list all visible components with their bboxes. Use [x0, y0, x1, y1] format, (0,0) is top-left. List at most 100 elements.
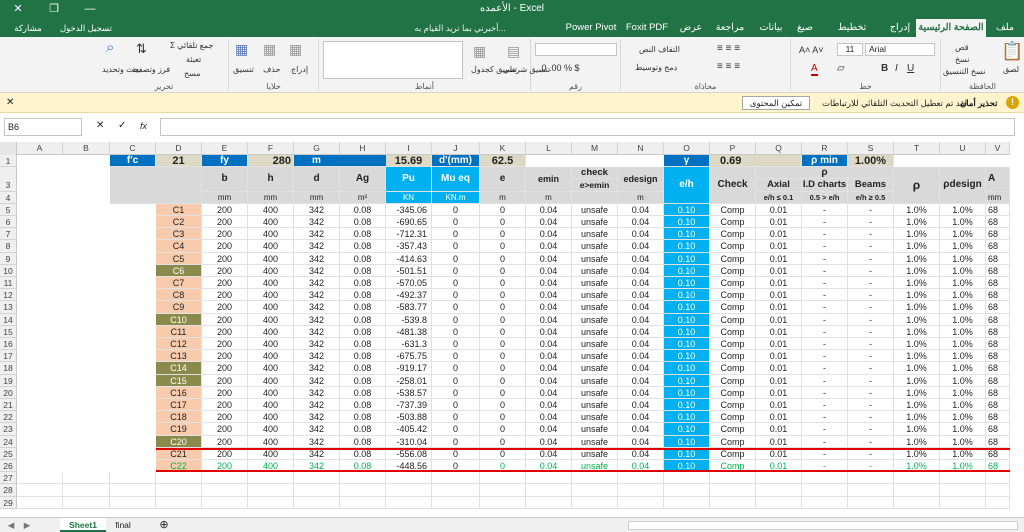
data-cell[interactable]: 68: [986, 460, 1010, 473]
column-label[interactable]: C2: [156, 216, 202, 229]
data-cell[interactable]: -357.43: [386, 240, 432, 253]
data-cell[interactable]: 1.0%: [894, 362, 940, 375]
column-header-l[interactable]: L: [526, 142, 572, 155]
data-cell[interactable]: 0: [432, 350, 480, 363]
row-header[interactable]: 8: [0, 240, 17, 253]
row-header[interactable]: 21: [0, 399, 17, 412]
tab-data[interactable]: بيانات: [754, 19, 788, 37]
data-cell[interactable]: 0.10: [664, 350, 710, 363]
data-cell[interactable]: -345.06: [386, 203, 432, 216]
column-label[interactable]: C10: [156, 313, 202, 326]
data-cell[interactable]: -: [848, 203, 894, 216]
data-cell[interactable]: 342: [294, 216, 340, 229]
data-cell[interactable]: -: [848, 350, 894, 363]
data-cell[interactable]: 0: [480, 252, 526, 265]
data-cell[interactable]: 0.10: [664, 216, 710, 229]
row-header[interactable]: 18: [0, 362, 17, 375]
column-header-r[interactable]: R: [802, 142, 848, 155]
data-cell[interactable]: 400: [248, 216, 294, 229]
tab-foxit-pdf[interactable]: Foxit PDF: [624, 19, 670, 37]
data-cell[interactable]: unsafe: [572, 289, 618, 302]
tab-home[interactable]: الصفحة الرئيسية: [916, 19, 986, 37]
data-cell[interactable]: 0: [432, 240, 480, 253]
data-cell[interactable]: -: [848, 264, 894, 277]
data-cell[interactable]: 400: [248, 228, 294, 241]
data-cell[interactable]: 400: [248, 435, 294, 448]
column-label[interactable]: C14: [156, 362, 202, 375]
rho-min-label[interactable]: ρ min: [802, 155, 848, 168]
data-cell[interactable]: Comp: [710, 350, 756, 363]
row-header[interactable]: 13: [0, 301, 17, 314]
data-cell[interactable]: 0.10: [664, 264, 710, 277]
data-cell[interactable]: -: [848, 411, 894, 424]
data-cell[interactable]: 0.04: [526, 460, 572, 473]
unit-h[interactable]: mm: [248, 191, 294, 204]
data-cell[interactable]: 0: [432, 252, 480, 265]
empty-cell[interactable]: [17, 484, 63, 497]
data-cell[interactable]: 0.04: [526, 374, 572, 387]
data-cell[interactable]: 68: [986, 313, 1010, 326]
column-label[interactable]: C5: [156, 252, 202, 265]
column-header-q[interactable]: Q: [756, 142, 802, 155]
data-cell[interactable]: 0.08: [340, 423, 386, 436]
font-size-select[interactable]: 11: [837, 43, 863, 56]
data-cell[interactable]: 400: [248, 374, 294, 387]
unit-edesign[interactable]: m: [618, 191, 664, 204]
fx-icon[interactable]: fx: [140, 121, 147, 131]
data-cell[interactable]: 0.04: [526, 350, 572, 363]
header-ag[interactable]: Ag: [340, 167, 386, 192]
empty-cell[interactable]: [986, 472, 1010, 485]
data-cell[interactable]: 1.0%: [940, 240, 986, 253]
data-cell[interactable]: 200: [202, 277, 248, 290]
data-cell[interactable]: 1.0%: [894, 411, 940, 424]
data-cell[interactable]: 0.10: [664, 301, 710, 314]
data-cell[interactable]: 0: [432, 289, 480, 302]
column-label[interactable]: C1: [156, 203, 202, 216]
data-cell[interactable]: -: [802, 386, 848, 399]
data-cell[interactable]: -737.39: [386, 399, 432, 412]
empty-cell[interactable]: [63, 472, 110, 485]
data-cell[interactable]: -538.57: [386, 386, 432, 399]
data-cell[interactable]: -556.08: [386, 447, 432, 460]
data-cell[interactable]: 1.0%: [940, 350, 986, 363]
unit-ag[interactable]: m²: [340, 191, 386, 204]
empty-cell[interactable]: [894, 472, 940, 485]
data-cell[interactable]: 342: [294, 362, 340, 375]
data-cell[interactable]: 0.04: [618, 216, 664, 229]
insert-button[interactable]: إدراج: [291, 65, 308, 74]
scroll-right-icon[interactable]: ▶: [20, 518, 34, 532]
data-cell[interactable]: 1.0%: [894, 386, 940, 399]
empty-cell[interactable]: [986, 496, 1010, 509]
data-cell[interactable]: 400: [248, 411, 294, 424]
column-header-a[interactable]: A: [17, 142, 63, 155]
close-window-button[interactable]: ✕: [0, 0, 36, 19]
data-cell[interactable]: -: [802, 252, 848, 265]
data-cell[interactable]: 0.01: [756, 399, 802, 412]
gamma-label[interactable]: γ: [664, 155, 710, 168]
row-header[interactable]: 16: [0, 338, 17, 351]
data-cell[interactable]: Comp: [710, 228, 756, 241]
data-cell[interactable]: -: [848, 460, 894, 473]
data-cell[interactable]: unsafe: [572, 240, 618, 253]
data-cell[interactable]: -: [848, 399, 894, 412]
data-cell[interactable]: -: [802, 277, 848, 290]
data-cell[interactable]: 342: [294, 203, 340, 216]
tab-file[interactable]: ملف: [990, 19, 1020, 37]
data-cell[interactable]: 400: [248, 313, 294, 326]
header-check[interactable]: Check: [710, 167, 756, 204]
data-cell[interactable]: 0.10: [664, 203, 710, 216]
data-cell[interactable]: 0.04: [526, 411, 572, 424]
data-cell[interactable]: 0.08: [340, 216, 386, 229]
data-cell[interactable]: 0: [480, 228, 526, 241]
data-cell[interactable]: 0.08: [340, 399, 386, 412]
empty-cell[interactable]: [940, 472, 986, 485]
data-cell[interactable]: 0.04: [526, 338, 572, 351]
empty-cell[interactable]: [432, 496, 480, 509]
data-cell[interactable]: 0.01: [756, 252, 802, 265]
tab-formulas[interactable]: صيغ: [792, 19, 818, 37]
data-cell[interactable]: -: [848, 240, 894, 253]
formula-input[interactable]: [160, 118, 1015, 136]
empty-cell[interactable]: [894, 484, 940, 497]
paste-button[interactable]: لصق: [1003, 65, 1019, 74]
data-cell[interactable]: 400: [248, 301, 294, 314]
